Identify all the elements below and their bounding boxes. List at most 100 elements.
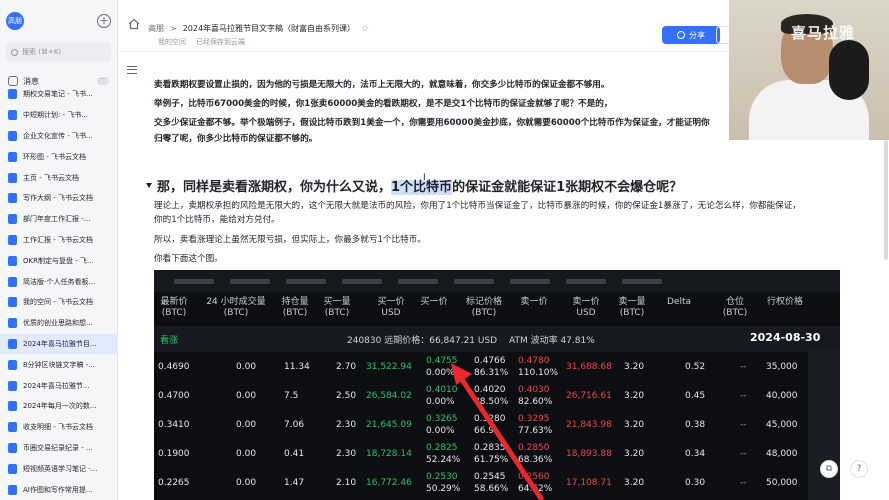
sidebar-doc-item[interactable]: 中短期计划: - 飞书...	[0, 105, 117, 126]
sidebar-doc-label: 工作汇报 - 飞书云文档	[23, 235, 93, 244]
heading-highlight: 1个比特币	[391, 180, 453, 195]
section-heading: 那，同样是卖看涨期权，你为什么又说，1个比特币的保证金就能保证1张期权不会爆仓呢…	[146, 176, 682, 195]
help-icon[interactable]: ?	[850, 460, 868, 478]
doc-icon	[8, 463, 17, 474]
sidebar-doc-item[interactable]: AI作图和写作常用提...	[0, 479, 117, 500]
sidebar-doc-label: 币圈交易纪录纪录 - ...	[23, 443, 93, 452]
search-box[interactable]: 搜索 (⌘+K)	[6, 42, 111, 62]
new-plus-icon[interactable]: +	[97, 14, 111, 28]
sidebar-doc-item[interactable]: 优质的创业思路和想...	[0, 313, 117, 334]
sidebar-doc-item[interactable]: 简洁版-个人任务看板...	[0, 271, 117, 292]
webcam-overlay: 喜马拉雅	[729, 0, 889, 140]
avatar[interactable]: 高朋	[6, 12, 24, 30]
doc-icon	[8, 380, 17, 391]
doc-icon	[8, 130, 17, 141]
sidebar-doc-item[interactable]: 收支明细 - 飞书云文档	[0, 417, 117, 438]
sidebar-doc-item[interactable]: 8分钟区块链文字稿 -...	[0, 354, 117, 375]
sidebar-doc-label: 我的空间 - 飞书云文档	[23, 298, 93, 307]
paragraph-3b: 归零了呢，你多少比特币的保证都不够的。	[154, 134, 318, 144]
sidebar-doc-label: 收支明细 - 飞书云文档	[23, 423, 93, 432]
breadcrumb: 高朋 > 2024年喜马拉雅节目文字稿（财富自由系列课） ☆	[148, 23, 369, 34]
heading-post: 的保证金就能保证1张期权不会爆仓呢？	[452, 180, 683, 195]
sidebar-doc-label: 期权交易笔记 - 飞书...	[23, 90, 93, 99]
sidebar-doc-item[interactable]: 2024年喜马拉雅节...	[0, 375, 117, 396]
doc-icon	[8, 234, 17, 245]
sidebar-doc-item[interactable]: OKR制定与复盘 - 飞...	[0, 250, 117, 271]
text-cursor-icon: I	[423, 173, 426, 183]
sidebar-doc-label: 主页 - 飞书云文档	[23, 173, 79, 182]
paragraph-2: 举例子，比特币67000美金的时候，你1张卖60000美金的看跌期权，是不是交1…	[154, 99, 613, 109]
edit-pencil-icon[interactable]	[716, 26, 730, 44]
doc-icon	[8, 318, 17, 329]
body-line-2: 你的1个比特币，能给对方兑付。	[154, 215, 280, 225]
sidebar-doc-item[interactable]: 2024年每月一次的数...	[0, 396, 117, 417]
watermark-logo: 喜马拉雅	[791, 24, 856, 42]
paragraph-1: 卖看跌期权要设置止损的，因为他的亏损是无限大的，法币上无限大的，就意味着，你交多…	[154, 80, 610, 90]
search-icon	[11, 48, 18, 56]
doc-icon	[8, 89, 17, 100]
collapse-triangle-icon[interactable]	[146, 183, 152, 188]
sidebar-doc-label: 中短期计划: - 飞书...	[23, 111, 89, 120]
sidebar-doc-item[interactable]: 工作汇报 - 飞书云文档	[0, 230, 117, 251]
sidebar-doc-item[interactable]: 主页 - 飞书云文档	[0, 167, 117, 188]
doc-icon	[8, 276, 17, 287]
paragraph-3a: 交多少保证金都不够。举个极端例子，假设比特币跌到1美金一个，你需要用60000美…	[154, 118, 710, 128]
body-line-4: 你看下面这个图。	[154, 254, 223, 264]
sidebar-doc-label: 短视频英语学习笔记 -...	[23, 464, 98, 473]
body-line-3: 所以，卖看涨理论上虽然无限亏损，但实际上，你最多就亏1个比特币。	[154, 235, 426, 245]
crumb-separator: >	[170, 24, 177, 33]
copy-icon[interactable]: ⧉	[820, 460, 838, 478]
sidebar-doc-list: 期权交易笔记 - 飞书... 中短期计划: - 飞书... 企业文化宣传 - 飞书.…	[0, 84, 117, 500]
scrollbar[interactable]	[884, 140, 888, 260]
sidebar-doc-label: 2024年喜马拉雅节目...	[23, 339, 97, 348]
star-icon[interactable]: ☆	[361, 24, 369, 34]
save-status: 已经保存到云端	[196, 38, 245, 46]
sidebar-doc-item[interactable]: 环形图 - 飞书云文档	[0, 146, 117, 167]
globe-icon	[677, 31, 685, 39]
home-icon[interactable]	[128, 18, 140, 30]
sidebar-doc-item[interactable]: 2024年喜马拉雅节目...	[0, 333, 117, 355]
crumb-root[interactable]: 高朋	[148, 23, 164, 34]
sidebar-doc-label: 企业文化宣传 - 飞书...	[23, 131, 93, 140]
floating-tools: ⧉ ?	[820, 460, 880, 484]
outline-icon[interactable]	[127, 66, 137, 74]
heading-pre: 那，同样是卖看涨期权，你为什么又说，	[157, 180, 392, 195]
space-link[interactable]: 我的空间	[158, 37, 186, 47]
crumb-current[interactable]: 2024年喜马拉雅节目文字稿（财富自由系列课）	[183, 23, 355, 34]
sidebar-doc-label: AI作图和写作常用提...	[23, 485, 93, 494]
share-label: 分享	[689, 30, 705, 40]
sidebar-doc-label: 8分钟区块链文字稿 -...	[23, 360, 95, 369]
sidebar-doc-label: 环形图 - 飞书云文档	[23, 152, 86, 161]
doc-header: 高朋 > 2024年喜马拉雅节目文字稿（财富自由系列课） ☆ 我的空间 已经保存…	[118, 0, 730, 52]
sidebar-doc-label: OKR制定与复盘 - 飞...	[23, 256, 94, 265]
sidebar-doc-label: 2024年喜马拉雅节...	[23, 381, 90, 390]
doc-icon	[8, 484, 17, 495]
sidebar-doc-item[interactable]: 短视频英语学习笔记 -...	[0, 458, 117, 479]
sidebar-doc-item[interactable]: 写作大纲 - 飞书云文档	[0, 188, 117, 209]
sidebar-doc-label: 简洁版-个人任务看板...	[23, 277, 96, 286]
sidebar-doc-item[interactable]: 币圈交易纪录纪录 - ...	[0, 438, 117, 459]
doc-icon	[8, 193, 17, 204]
sidebar-doc-label: 写作大纲 - 飞书云文档	[23, 194, 93, 203]
sidebar-doc-item[interactable]: 期权交易笔记 - 飞书...	[0, 84, 117, 105]
microphone-icon	[829, 40, 869, 100]
heading-text: 那，同样是卖看涨期权，你为什么又说，1个比特币的保证金就能保证1张期权不会爆仓呢…	[157, 176, 682, 195]
sidebar-doc-item[interactable]: 部门年度工作汇报 -...	[0, 209, 117, 230]
sidebar-doc-item[interactable]: 我的空间 - 飞书云文档	[0, 292, 117, 313]
doc-icon	[8, 110, 17, 121]
share-button[interactable]: 分享	[662, 26, 720, 44]
search-placeholder: 搜索 (⌘+K)	[22, 48, 62, 56]
doc-icon	[8, 422, 17, 433]
doc-icon	[8, 151, 17, 162]
sidebar-top: 高朋 +	[0, 0, 117, 42]
doc-icon	[8, 172, 17, 183]
doc-icon	[8, 297, 17, 308]
sidebar-doc-label: 2024年每月一次的数...	[23, 402, 97, 411]
doc-icon	[8, 255, 17, 266]
sidebar-doc-item[interactable]: 企业文化宣传 - 飞书...	[0, 126, 117, 147]
doc-icon	[8, 401, 17, 412]
doc-icon	[8, 214, 17, 225]
doc-icon	[8, 338, 17, 349]
sidebar: 高朋 + 搜索 (⌘+K) 消息 ··· 期权交易笔记 - 飞书... 中短期计划…	[0, 0, 118, 500]
doc-icon	[8, 359, 17, 370]
